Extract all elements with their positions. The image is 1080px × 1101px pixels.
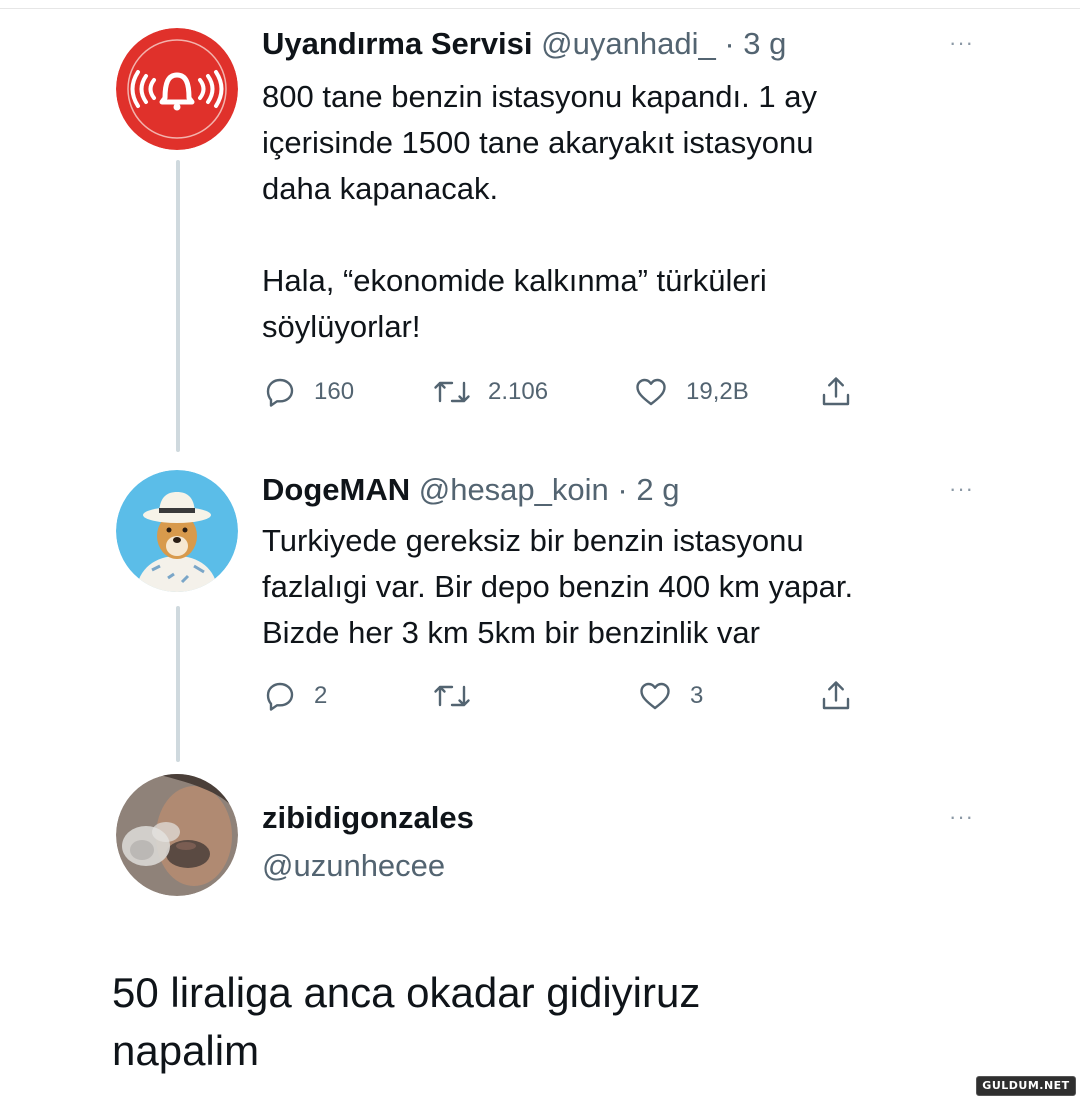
quote-text-line: 50 liraliga anca okadar gidiyiruz <box>112 969 701 1016</box>
share-button[interactable] <box>818 676 854 716</box>
tweet-text: 800 tane benzin istasyonu kapandı. 1 ay … <box>262 74 1002 350</box>
reply-count: 2 <box>314 682 328 709</box>
retweet-icon <box>434 685 470 707</box>
watermark-logo: GULDUM.NET <box>976 1076 1076 1096</box>
user-name[interactable]: Uyandırma Servisi <box>262 26 533 61</box>
reply-button[interactable]: 160 <box>262 372 354 412</box>
tweet-actions: 160 2.106 19,2B <box>262 372 862 412</box>
user-handle[interactable]: @uyanhadi_ <box>541 26 716 61</box>
top-divider <box>0 8 1080 9</box>
doge-avatar-image <box>116 470 238 592</box>
more-icon[interactable]: ··· <box>949 30 974 56</box>
tweet-text-line: 800 tane benzin istasyonu kapandı. 1 ay <box>262 79 817 114</box>
tweet-header: DogeMAN @hesap_koin · 2 g <box>262 472 679 508</box>
tweet-text: Turkiyede gereksiz bir benzin istasyonu … <box>262 518 1002 656</box>
like-button[interactable]: 19,2B <box>632 372 749 412</box>
like-icon <box>636 378 666 406</box>
user-handle[interactable]: @hesap_koin <box>419 472 609 507</box>
quote-header: zibidigonzales @uzunhecee <box>262 800 474 884</box>
user-handle[interactable]: @uzunhecee <box>262 848 474 884</box>
tweet-actions: 2 3 <box>262 676 862 716</box>
timestamp[interactable]: 2 g <box>636 472 679 507</box>
timestamp[interactable]: 3 g <box>743 26 786 61</box>
separator-dot: · <box>724 26 735 61</box>
quote-text: 50 liraliga anca okadar gidiyiruz napali… <box>112 964 1012 1080</box>
share-icon <box>822 681 850 710</box>
avatar[interactable] <box>116 774 238 896</box>
tweet-text-line: daha kapanacak. <box>262 171 499 206</box>
thread-connector <box>176 606 180 762</box>
like-count: 19,2B <box>686 378 749 405</box>
reply-button[interactable]: 2 <box>262 676 327 716</box>
thread-connector <box>176 160 180 452</box>
like-icon <box>640 682 670 710</box>
tweet-text-line: söylüyorlar! <box>262 309 421 344</box>
tweet-text-line: fazlalıgi var. Bir depo benzin 400 km ya… <box>262 569 854 604</box>
tweet-text-line: Bizde her 3 km 5km bir benzinlik var <box>262 615 760 650</box>
reply-icon <box>266 378 294 407</box>
user-name[interactable]: zibidigonzales <box>262 800 474 836</box>
retweet-button[interactable] <box>432 676 488 716</box>
tweet-text-line: Hala, “ekonomide kalkınma” türküleri <box>262 263 767 298</box>
tweet-text-line: içerisinde 1500 tane akaryakıt istasyonu <box>262 125 814 160</box>
more-icon[interactable]: ··· <box>949 476 974 502</box>
person-avatar-image <box>116 774 238 896</box>
reply-icon <box>266 682 294 711</box>
retweet-count: 2.106 <box>488 378 549 405</box>
avatar[interactable] <box>116 470 238 592</box>
share-icon <box>822 377 850 406</box>
reply-count: 160 <box>314 378 355 405</box>
tweet-text-line: Turkiyede gereksiz bir benzin istasyonu <box>262 523 804 558</box>
share-button[interactable] <box>818 372 854 412</box>
like-count: 3 <box>690 682 704 709</box>
more-icon[interactable]: ··· <box>949 804 974 830</box>
retweet-icon <box>434 381 470 403</box>
user-name[interactable]: DogeMAN <box>262 472 410 507</box>
retweet-button[interactable]: 2.106 <box>432 372 548 412</box>
separator-dot: · <box>617 472 628 507</box>
like-button[interactable]: 3 <box>636 676 703 716</box>
bell-icon <box>116 28 238 150</box>
avatar[interactable] <box>116 28 238 150</box>
quote-text-line: napalim <box>112 1027 260 1074</box>
tweet-header: Uyandırma Servisi @uyanhadi_ · 3 g <box>262 26 786 62</box>
